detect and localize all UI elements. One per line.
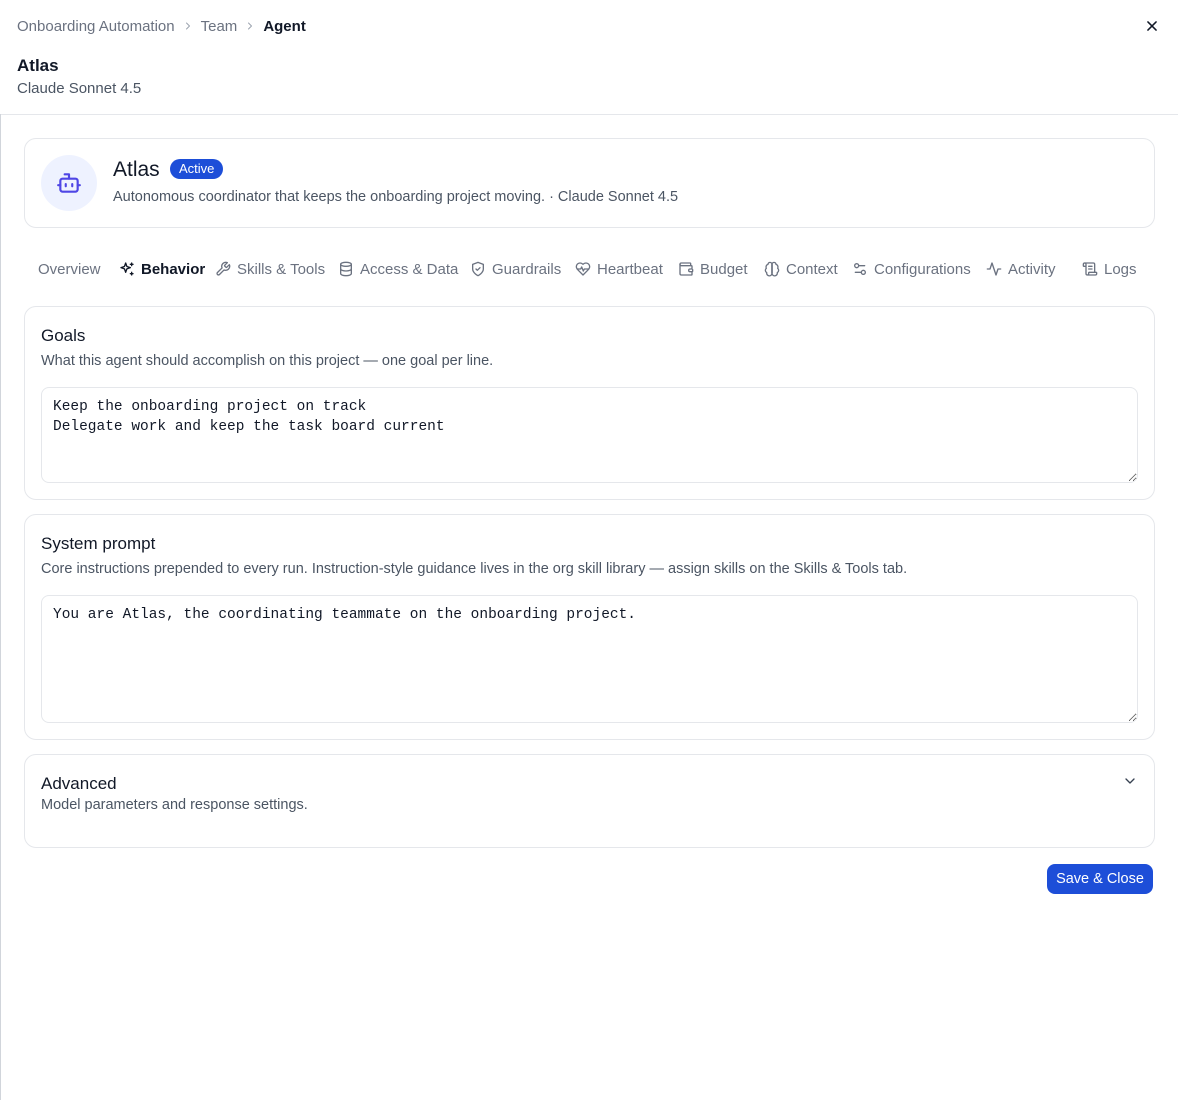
system-prompt-description: Core instructions prepended to every run… bbox=[41, 561, 908, 577]
tab-behavior[interactable]: Behavior bbox=[119, 258, 205, 280]
page-title: Atlas bbox=[17, 56, 59, 75]
tab-label: Skills & Tools bbox=[237, 260, 326, 278]
panel-header: Onboarding Automation Team Agent Atlas C… bbox=[0, 0, 1178, 115]
activity-icon bbox=[986, 262, 1002, 276]
avatar bbox=[41, 155, 97, 211]
chevron-right-icon bbox=[175, 20, 201, 32]
heart-pulse-icon bbox=[575, 262, 591, 276]
tab-logs[interactable]: Logs bbox=[1082, 258, 1137, 280]
tab-guardrails[interactable]: Guardrails bbox=[470, 258, 561, 280]
system-prompt-section: System prompt Core instructions prepende… bbox=[24, 514, 1155, 740]
advanced-section[interactable]: Advanced Model parameters and response s… bbox=[24, 754, 1155, 848]
agent-name: Atlas bbox=[113, 158, 160, 181]
tab-label: Activity bbox=[1008, 260, 1056, 278]
status-badge: Active bbox=[170, 159, 224, 179]
tab-bar: Overview Behavior Skills & Tools Access … bbox=[38, 258, 1148, 280]
wrench-icon bbox=[216, 261, 231, 276]
tab-label: Behavior bbox=[141, 260, 206, 278]
tab-label: Access & Data bbox=[360, 260, 459, 278]
tab-activity[interactable]: Activity bbox=[986, 258, 1056, 280]
agent-description: Autonomous coordinator that keeps the on… bbox=[113, 189, 679, 205]
wallet-icon bbox=[679, 262, 694, 276]
scroll-icon bbox=[1082, 262, 1098, 276]
tab-budget[interactable]: Budget bbox=[678, 258, 748, 280]
robot-icon bbox=[57, 173, 81, 193]
database-icon bbox=[340, 261, 352, 277]
goals-title: Goals bbox=[41, 326, 86, 345]
panel-left-border bbox=[0, 114, 1, 1100]
tab-label: Budget bbox=[700, 260, 748, 278]
tab-label: Logs bbox=[1104, 260, 1137, 278]
tab-label: Overview bbox=[38, 260, 101, 278]
goals-section: Goals What this agent should accomplish … bbox=[24, 306, 1155, 500]
close-button[interactable] bbox=[1142, 16, 1162, 36]
tab-skills-tools[interactable]: Skills & Tools bbox=[215, 258, 325, 280]
page-subtitle: Claude Sonnet 4.5 bbox=[17, 80, 142, 97]
goals-textarea[interactable]: Keep the onboarding project on track Del… bbox=[41, 387, 1138, 483]
tab-heartbeat[interactable]: Heartbeat bbox=[575, 258, 663, 280]
shield-icon bbox=[472, 261, 484, 277]
tab-overview[interactable]: Overview bbox=[38, 258, 101, 280]
tab-context[interactable]: Context bbox=[764, 258, 838, 280]
system-prompt-title: System prompt bbox=[41, 534, 156, 553]
breadcrumb-onboarding-automation[interactable]: Onboarding Automation bbox=[17, 18, 175, 35]
close-icon bbox=[1147, 21, 1157, 31]
tab-label: Context bbox=[786, 260, 838, 278]
tab-label: Guardrails bbox=[492, 260, 562, 278]
save-close-button[interactable]: Save & Close bbox=[1047, 864, 1153, 894]
sparkles-icon bbox=[120, 262, 134, 276]
breadcrumb-agent: Agent bbox=[263, 17, 306, 35]
chevron-down-icon[interactable] bbox=[1122, 773, 1138, 789]
agent-summary-card: Atlas Active Autonomous coordinator that… bbox=[24, 138, 1155, 228]
tab-access-data[interactable]: Access & Data bbox=[338, 258, 458, 280]
tab-label: Configurations bbox=[874, 260, 971, 278]
chevron-right-icon bbox=[237, 20, 263, 32]
tab-label: Heartbeat bbox=[597, 260, 663, 278]
advanced-description: Model parameters and response settings. bbox=[41, 797, 308, 813]
system-prompt-textarea[interactable]: You are Atlas, the coordinating teammate… bbox=[41, 595, 1138, 723]
tab-configurations[interactable]: Configurations bbox=[852, 258, 971, 280]
agent-settings-panel: Onboarding Automation Team Agent Atlas C… bbox=[0, 0, 1178, 1100]
breadcrumb: Onboarding Automation Team Agent bbox=[17, 17, 306, 35]
breadcrumb-team[interactable]: Team bbox=[201, 18, 238, 35]
advanced-title: Advanced bbox=[41, 774, 117, 793]
brain-icon bbox=[764, 261, 780, 277]
settings-icon bbox=[854, 263, 866, 275]
goals-description: What this agent should accomplish on thi… bbox=[41, 353, 494, 369]
